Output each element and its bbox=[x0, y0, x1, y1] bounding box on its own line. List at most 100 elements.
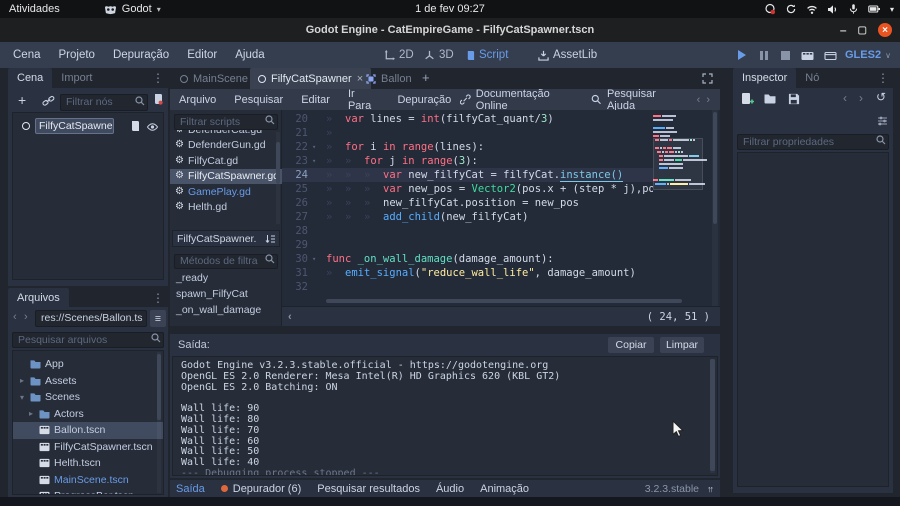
search-help-button[interactable]: Pesquisar Ajuda bbox=[591, 88, 682, 112]
line-number[interactable]: 23 bbox=[282, 154, 308, 168]
console-scrollbar[interactable] bbox=[710, 359, 715, 473]
line-number[interactable]: 22 bbox=[282, 140, 308, 154]
script-menu-depuracao[interactable]: Depuração bbox=[388, 94, 460, 106]
code-horizontal-scrollbar[interactable] bbox=[326, 299, 702, 304]
wifi-icon[interactable] bbox=[806, 4, 818, 15]
code-minimap[interactable] bbox=[653, 112, 707, 234]
tree-arrow-icon[interactable]: ▸ bbox=[18, 376, 26, 385]
new-scene-tab-button[interactable]: + bbox=[422, 70, 430, 85]
node-name[interactable]: FilfyCatSpawner bbox=[35, 118, 114, 134]
line-number[interactable]: 30 bbox=[282, 252, 308, 266]
script-list-item[interactable]: ⚙ FilfyCat.gd bbox=[170, 153, 282, 169]
scene-tab-ballon[interactable]: Ballon bbox=[358, 68, 420, 89]
menu-cena[interactable]: Cena bbox=[4, 49, 50, 61]
file-tree-item[interactable]: ▸ Actors bbox=[13, 406, 163, 423]
code-line[interactable]: 29 bbox=[282, 238, 720, 252]
maximize-button[interactable]: ▢ bbox=[858, 25, 867, 36]
window-titlebar[interactable]: Godot Engine - CatEmpireGame - FilfyCatS… bbox=[0, 18, 900, 42]
method-list[interactable]: _ready spawn_FilfyCat _on_wall_damage bbox=[170, 270, 282, 318]
files-dock-menu-icon[interactable]: ⋮ bbox=[152, 291, 164, 305]
scene-tree-node-row[interactable]: FilfyCatSpawner bbox=[13, 117, 163, 135]
script-list-item[interactable]: ⚙ DefenderCat.gd bbox=[170, 130, 282, 138]
scroll-left-icon[interactable]: ‹ bbox=[288, 311, 292, 323]
sort-methods-icon[interactable] bbox=[265, 234, 276, 244]
battery-icon[interactable] bbox=[868, 3, 881, 15]
mic-icon[interactable] bbox=[848, 3, 859, 15]
scene-tab-filfycatspawner[interactable]: FilfyCatSpawner × bbox=[250, 68, 372, 89]
current-script-row[interactable]: FilfyCatSpawner. bbox=[172, 230, 280, 247]
line-number[interactable]: 29 bbox=[282, 238, 308, 252]
pause-button[interactable] bbox=[760, 50, 768, 60]
tab-import[interactable]: Import bbox=[52, 68, 101, 88]
script-history-forward-icon[interactable]: › bbox=[706, 94, 710, 106]
play-button[interactable] bbox=[738, 50, 746, 60]
system-tray[interactable]: ▾ bbox=[764, 0, 894, 18]
script-list-item[interactable]: ⚙ FilfyCatSpawner.gd bbox=[170, 168, 282, 184]
file-tree-item[interactable]: MainScene.tscn bbox=[13, 472, 163, 489]
menu-editor[interactable]: Editor bbox=[178, 49, 226, 61]
workspace-3d-button[interactable]: 3D bbox=[424, 49, 454, 61]
fold-arrow-icon[interactable]: ▾ bbox=[312, 252, 316, 266]
method-list-item[interactable]: spawn_FilfyCat bbox=[170, 286, 282, 302]
inspector-menu-icon[interactable]: ⋮ bbox=[877, 71, 889, 85]
file-tree-item[interactable]: Helth.tscn bbox=[13, 455, 163, 472]
script-list[interactable]: ⚙DefenderCat.gd⚙DefenderGun.gd⚙FilfyCat.… bbox=[170, 130, 282, 215]
record-icon[interactable] bbox=[764, 3, 776, 15]
script-menu-editar[interactable]: Editar bbox=[292, 94, 339, 106]
scene-dock-menu-icon[interactable]: ⋮ bbox=[152, 71, 164, 85]
detach-script-icon[interactable] bbox=[153, 93, 163, 105]
workspace-script-button[interactable]: Script bbox=[466, 49, 508, 61]
output-console[interactable]: Godot Engine v3.2.3.stable.official - ht… bbox=[172, 356, 718, 476]
visibility-eye-icon[interactable] bbox=[146, 122, 159, 132]
code-line[interactable]: 32 bbox=[282, 280, 720, 294]
script-menu-irpara[interactable]: Ir Para bbox=[339, 88, 389, 112]
tree-arrow-icon[interactable]: ▸ bbox=[27, 409, 35, 418]
workspace-2d-button[interactable]: 2D bbox=[384, 49, 414, 61]
play-custom-scene-icon[interactable] bbox=[824, 50, 837, 61]
file-tree-item[interactable]: ▸ Assets bbox=[13, 373, 163, 390]
code-vertical-scrollbar[interactable] bbox=[712, 110, 718, 306]
script-menu-arquivo[interactable]: Arquivo bbox=[170, 94, 225, 106]
tree-arrow-icon[interactable]: ▾ bbox=[18, 393, 26, 402]
script-history-back-icon[interactable]: ‹ bbox=[697, 94, 701, 106]
tray-caret-down-icon[interactable]: ▾ bbox=[890, 5, 894, 14]
bottom-tab--udio[interactable]: Áudio bbox=[436, 483, 464, 495]
files-list-mode-button[interactable]: ≡ bbox=[150, 310, 166, 327]
line-number[interactable]: 27 bbox=[282, 210, 308, 224]
script-list-scrollbar[interactable] bbox=[276, 132, 280, 224]
line-number[interactable]: 31 bbox=[282, 266, 308, 280]
code-line[interactable]: 31» emit_signal("reduce_wall_life", damag… bbox=[282, 266, 720, 280]
menu-projeto[interactable]: Projeto bbox=[50, 49, 104, 61]
line-number[interactable]: 26 bbox=[282, 196, 308, 210]
filter-scripts-input[interactable] bbox=[174, 114, 278, 130]
line-number[interactable]: 24 bbox=[282, 168, 308, 182]
copy-button[interactable]: Copiar bbox=[608, 337, 654, 353]
object-properties-tune-icon[interactable] bbox=[877, 116, 888, 126]
file-tree-item[interactable]: ProgressBar.tscn bbox=[13, 488, 163, 494]
instance-scene-icon[interactable] bbox=[42, 95, 55, 107]
clear-button[interactable]: Limpar bbox=[660, 337, 704, 353]
expand-editor-icon[interactable] bbox=[702, 73, 713, 84]
history-icon[interactable]: ↺ bbox=[876, 90, 886, 104]
play-scene-icon[interactable] bbox=[801, 50, 814, 61]
files-search-input[interactable] bbox=[12, 332, 164, 348]
files-tree[interactable]: App ▸ Assets ▾ Scenes ▸ Actors Ballon.tscn Filfy… bbox=[12, 350, 164, 495]
bottom-tab-pesquisar-resultados[interactable]: Pesquisar resultados bbox=[317, 483, 420, 495]
line-number[interactable]: 28 bbox=[282, 224, 308, 238]
code-line[interactable]: 30 ▾ func _on_wall_damage(damage_amount): bbox=[282, 252, 720, 266]
script-menu-pesquisar[interactable]: Pesquisar bbox=[225, 94, 292, 106]
new-resource-icon[interactable] bbox=[741, 92, 755, 106]
filter-methods-input[interactable] bbox=[174, 253, 278, 269]
menu-depuracao[interactable]: Depuração bbox=[104, 49, 178, 61]
tab-inspector[interactable]: Inspector bbox=[733, 68, 797, 88]
inspector-back-icon[interactable]: ‹ bbox=[843, 91, 847, 105]
node-script-icon[interactable] bbox=[130, 120, 140, 132]
tab-cena[interactable]: Cena bbox=[8, 68, 53, 88]
file-tree-item[interactable]: Ballon.tscn bbox=[13, 422, 163, 439]
method-list-item[interactable]: _ready bbox=[170, 270, 282, 286]
bottom-tab-depurador-6-[interactable]: Depurador (6) bbox=[220, 483, 301, 495]
files-back-icon[interactable]: ‹ bbox=[13, 311, 17, 323]
volume-icon[interactable] bbox=[827, 4, 839, 15]
update-spinner-icon[interactable]: ↑↑ bbox=[707, 484, 714, 494]
file-tree-item[interactable]: FilfyCatSpawner.tscn bbox=[13, 439, 163, 456]
